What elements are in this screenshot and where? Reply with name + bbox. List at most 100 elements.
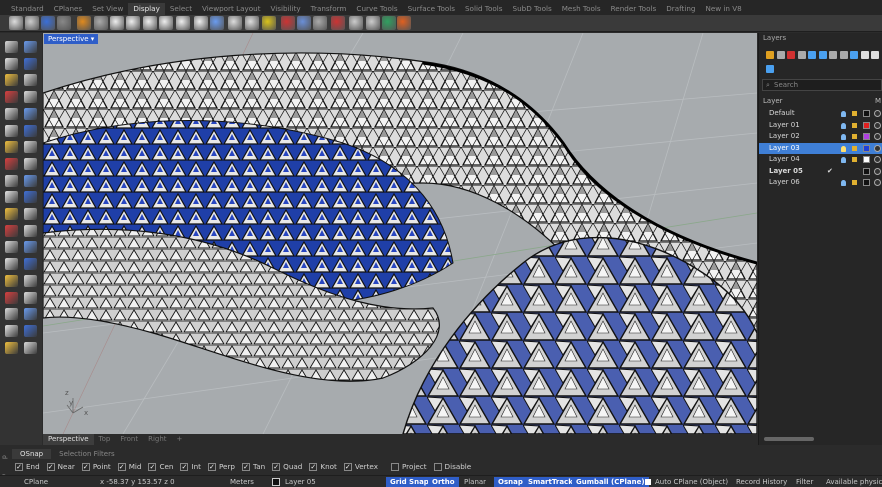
perspective-viewport[interactable]: x y z: [43, 33, 757, 434]
checkbox[interactable]: ✓: [242, 462, 250, 471]
osnap-option-int[interactable]: ✓ Int: [180, 462, 201, 471]
layer-row[interactable]: Layer 06: [759, 177, 882, 188]
history-icon[interactable]: [24, 274, 37, 287]
delete-icon[interactable]: [787, 51, 795, 59]
smarttrack-toggle[interactable]: SmartTrack: [524, 477, 577, 487]
checkbox[interactable]: ✓: [46, 462, 55, 471]
named-view-icon[interactable]: [126, 16, 140, 30]
rotate-icon[interactable]: [24, 224, 37, 237]
ribbon-tab[interactable]: Set View: [87, 3, 128, 15]
checkbox[interactable]: [433, 462, 442, 471]
add-viewport-tab[interactable]: +: [172, 434, 188, 445]
ribbon-tab[interactable]: Visibility: [266, 3, 306, 15]
block-icon[interactable]: [24, 308, 37, 321]
layer-states-icon[interactable]: [860, 51, 869, 59]
sphere-icon[interactable]: [210, 16, 224, 30]
ellipse-icon[interactable]: [24, 74, 37, 87]
layer-material-icon[interactable]: [874, 144, 881, 152]
solid-icon[interactable]: [24, 141, 37, 154]
ribbon-tab[interactable]: Drafting: [661, 3, 700, 15]
checkbox[interactable]: ✓: [272, 462, 281, 471]
osnap-toggle[interactable]: Osnap: [494, 477, 527, 487]
rendered-icon[interactable]: [41, 16, 55, 30]
move-out-icon[interactable]: [829, 51, 837, 59]
checkbox[interactable]: ✓: [117, 462, 126, 471]
sphere-gold-icon[interactable]: [262, 16, 276, 30]
sphere-white-icon[interactable]: [245, 16, 259, 30]
freeform-icon[interactable]: [24, 107, 37, 120]
viewport-tab[interactable]: Front: [115, 434, 143, 445]
layer-row[interactable]: Layer 03: [759, 142, 882, 154]
analyze-icon[interactable]: [5, 291, 18, 304]
move-up-icon[interactable]: [808, 51, 816, 59]
layer-material-icon[interactable]: [874, 156, 881, 163]
osnap-option-tan[interactable]: ✓ Tan: [242, 462, 265, 471]
arc-icon[interactable]: [5, 91, 18, 104]
units-label[interactable]: Meters: [230, 477, 254, 487]
lock-icon[interactable]: [852, 145, 857, 151]
polygon-icon[interactable]: [5, 107, 18, 120]
ribbon-tab[interactable]: Transform: [306, 3, 352, 15]
grid-snap-toggle[interactable]: Grid Snap: [386, 477, 433, 487]
osnap-option-near[interactable]: ✓ Near: [46, 462, 75, 471]
layer-icon[interactable]: [24, 341, 37, 354]
layer-color-swatch[interactable]: [863, 110, 870, 117]
artistic-icon[interactable]: [110, 16, 124, 30]
record-history-toggle[interactable]: Record History: [736, 477, 787, 487]
move-down-icon[interactable]: [818, 51, 827, 59]
visibility-bulb-icon[interactable]: [841, 180, 846, 186]
text-icon[interactable]: [5, 258, 18, 271]
surface-icon[interactable]: [5, 141, 18, 154]
xray-icon[interactable]: [94, 16, 108, 30]
environment-icon[interactable]: [331, 16, 345, 30]
display-options-icon[interactable]: [194, 16, 208, 30]
osnap-option-quad[interactable]: ✓ Quad: [272, 462, 302, 471]
rectangle-icon[interactable]: [24, 91, 37, 104]
ribbon-tab[interactable]: CPlanes: [49, 3, 87, 15]
viewport-tab[interactable]: Right: [143, 434, 171, 445]
checkbox[interactable]: ✓: [15, 462, 23, 471]
layer-color-swatch[interactable]: [863, 121, 870, 129]
ortho-toggle[interactable]: Ortho: [428, 477, 459, 487]
ribbon-tab[interactable]: Surface Tools: [403, 3, 460, 15]
group-icon[interactable]: [5, 308, 18, 321]
visibility-bulb-icon[interactable]: [841, 111, 846, 117]
pen-icon[interactable]: [159, 16, 173, 30]
viewport-tab[interactable]: Top: [94, 434, 116, 445]
layer-material-icon[interactable]: [874, 133, 881, 140]
checkbox[interactable]: ✓: [148, 462, 157, 471]
osnap-option-disable[interactable]: Disable: [433, 462, 471, 471]
visibility-bulb-icon[interactable]: [841, 134, 846, 140]
technical-icon[interactable]: [176, 16, 190, 30]
current-layer-label[interactable]: Layer 05: [285, 477, 316, 487]
help-icon[interactable]: [766, 65, 774, 73]
box-icon[interactable]: [5, 124, 18, 137]
layer-row[interactable]: Layer 02: [759, 131, 882, 142]
visibility-bulb-icon[interactable]: [841, 122, 846, 129]
layer-row[interactable]: Default: [759, 108, 882, 119]
layer-color-icon[interactable]: [397, 16, 411, 30]
render-icon[interactable]: [24, 291, 37, 304]
layer-row[interactable]: Layer 04: [759, 154, 882, 165]
snap-icon[interactable]: [5, 274, 18, 287]
select-icon[interactable]: [5, 41, 18, 53]
osnap-panel-tab[interactable]: Selection Filters: [51, 449, 122, 459]
array-icon[interactable]: [24, 208, 37, 220]
layer-row[interactable]: Layer 05 ✔: [759, 166, 882, 177]
ribbon-tab[interactable]: Viewport Layout: [197, 3, 266, 15]
ribbon-tab[interactable]: Render Tools: [606, 3, 662, 15]
layer-row[interactable]: Layer 01: [759, 120, 882, 131]
osnap-option-knot[interactable]: ✓ Knot: [309, 462, 337, 471]
visibility-bulb-icon[interactable]: [841, 145, 846, 152]
layer-material-icon[interactable]: [874, 121, 881, 129]
layer-color-swatch[interactable]: [863, 156, 870, 163]
point-icon[interactable]: [24, 41, 37, 53]
ribbon-tab[interactable]: Display: [128, 3, 165, 15]
checkbox[interactable]: ✓: [180, 462, 189, 471]
osnap-option-mid[interactable]: ✓ Mid: [117, 462, 141, 471]
horizontal-scrollbar[interactable]: [764, 437, 814, 441]
osnap-option-point[interactable]: ✓ Point: [81, 462, 111, 471]
ribbon-tab[interactable]: Solid Tools: [460, 3, 508, 15]
dimension-icon[interactable]: [24, 258, 37, 271]
osnap-option-project[interactable]: Project: [390, 462, 427, 471]
